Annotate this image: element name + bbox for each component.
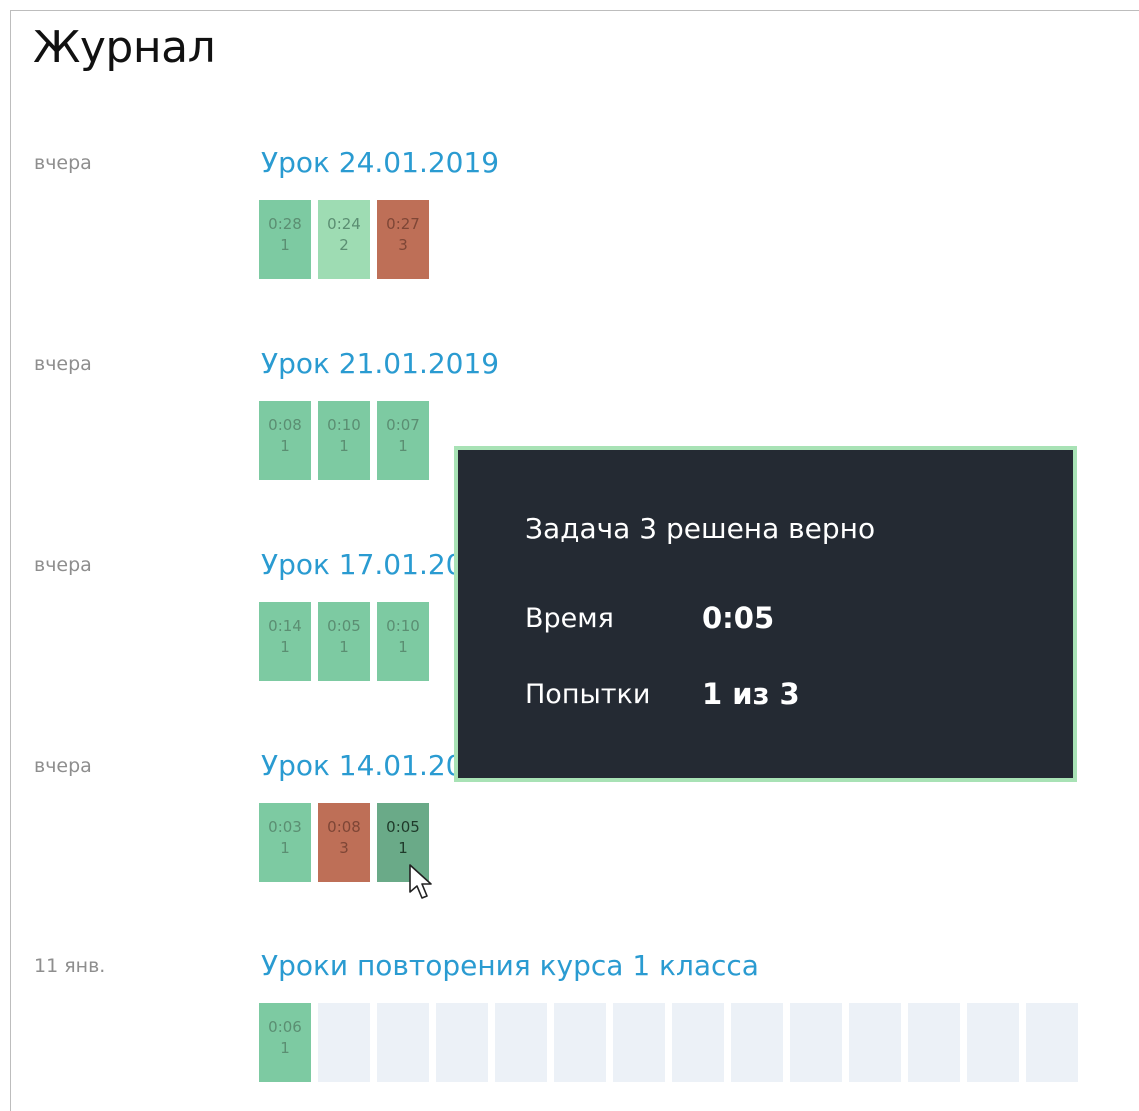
task-tile-empty[interactable] <box>672 1003 724 1082</box>
task-attempts: 1 <box>339 437 349 455</box>
task-tile[interactable]: 0:03 1 <box>259 803 311 882</box>
task-tile-empty[interactable] <box>554 1003 606 1082</box>
tooltip-time-value: 0:05 <box>702 601 775 635</box>
lesson-date: 11 янв. <box>34 955 106 977</box>
task-tiles: 0:14 1 0:05 1 0:10 1 <box>259 602 429 681</box>
task-tile[interactable]: 0:10 1 <box>377 602 429 681</box>
task-tile[interactable]: 0:24 2 <box>318 200 370 279</box>
task-attempts: 1 <box>398 839 408 857</box>
task-tiles: 0:06 1 <box>259 1003 1078 1082</box>
task-tile-empty[interactable] <box>318 1003 370 1082</box>
task-tile-empty[interactable] <box>731 1003 783 1082</box>
lesson-link[interactable]: Урок 24.01.2019 <box>261 146 499 179</box>
task-attempts: 1 <box>280 839 290 857</box>
task-attempts: 1 <box>280 638 290 656</box>
mouse-cursor-icon <box>409 864 432 899</box>
task-time: 0:06 <box>268 1018 302 1036</box>
task-tile[interactable]: 0:06 1 <box>259 1003 311 1082</box>
lesson-link[interactable]: Урок 21.01.2019 <box>261 347 499 380</box>
task-tile-empty[interactable] <box>849 1003 901 1082</box>
tooltip-attempts-label: Попытки <box>525 679 651 710</box>
task-tile-empty[interactable] <box>1026 1003 1078 1082</box>
task-tiles: 0:08 1 0:10 1 0:07 1 <box>259 401 429 480</box>
task-tile-empty[interactable] <box>967 1003 1019 1082</box>
task-tile[interactable]: 0:10 1 <box>318 401 370 480</box>
tooltip-time-label: Время <box>525 603 614 634</box>
lesson-date: вчера <box>34 554 92 576</box>
task-tile-empty[interactable] <box>613 1003 665 1082</box>
task-tile[interactable]: 0:14 1 <box>259 602 311 681</box>
task-time: 0:08 <box>327 818 361 836</box>
task-time: 0:28 <box>268 215 302 233</box>
lesson-date: вчера <box>34 152 92 174</box>
task-tile-empty[interactable] <box>495 1003 547 1082</box>
task-tile[interactable]: 0:07 1 <box>377 401 429 480</box>
task-tiles: 0:03 1 0:08 3 0:05 1 <box>259 803 429 882</box>
task-time: 0:27 <box>386 215 420 233</box>
task-tile-empty[interactable] <box>436 1003 488 1082</box>
task-attempts: 1 <box>398 437 408 455</box>
page-title: Журнал <box>33 22 216 73</box>
tooltip-title: Задача 3 решена верно <box>525 512 876 545</box>
task-attempts: 3 <box>398 236 408 254</box>
task-tile[interactable]: 0:27 3 <box>377 200 429 279</box>
task-attempts: 1 <box>339 638 349 656</box>
lesson-date: вчера <box>34 755 92 777</box>
task-time: 0:10 <box>386 617 420 635</box>
task-tiles: 0:28 1 0:24 2 0:27 3 <box>259 200 429 279</box>
task-tile-empty[interactable] <box>790 1003 842 1082</box>
task-tile[interactable]: 0:28 1 <box>259 200 311 279</box>
task-attempts: 1 <box>398 638 408 656</box>
task-tooltip: Задача 3 решена верно Время 0:05 Попытки… <box>454 446 1077 782</box>
lesson-date: вчера <box>34 353 92 375</box>
task-time: 0:10 <box>327 416 361 434</box>
task-time: 0:05 <box>386 818 420 836</box>
task-attempts: 1 <box>280 1039 290 1057</box>
task-time: 0:05 <box>327 617 361 635</box>
task-attempts: 3 <box>339 839 349 857</box>
task-attempts: 1 <box>280 236 290 254</box>
task-attempts: 1 <box>280 437 290 455</box>
task-attempts: 2 <box>339 236 349 254</box>
lesson-link[interactable]: Уроки повторения курса 1 класса <box>261 949 759 982</box>
task-tile[interactable]: 0:08 3 <box>318 803 370 882</box>
task-time: 0:24 <box>327 215 361 233</box>
task-tile-empty[interactable] <box>377 1003 429 1082</box>
task-time: 0:07 <box>386 416 420 434</box>
task-time: 0:08 <box>268 416 302 434</box>
task-tile[interactable]: 0:05 1 <box>318 602 370 681</box>
task-tile-empty[interactable] <box>908 1003 960 1082</box>
task-tile[interactable]: 0:08 1 <box>259 401 311 480</box>
task-time: 0:14 <box>268 617 302 635</box>
tooltip-attempts-value: 1 из 3 <box>702 677 800 711</box>
task-time: 0:03 <box>268 818 302 836</box>
